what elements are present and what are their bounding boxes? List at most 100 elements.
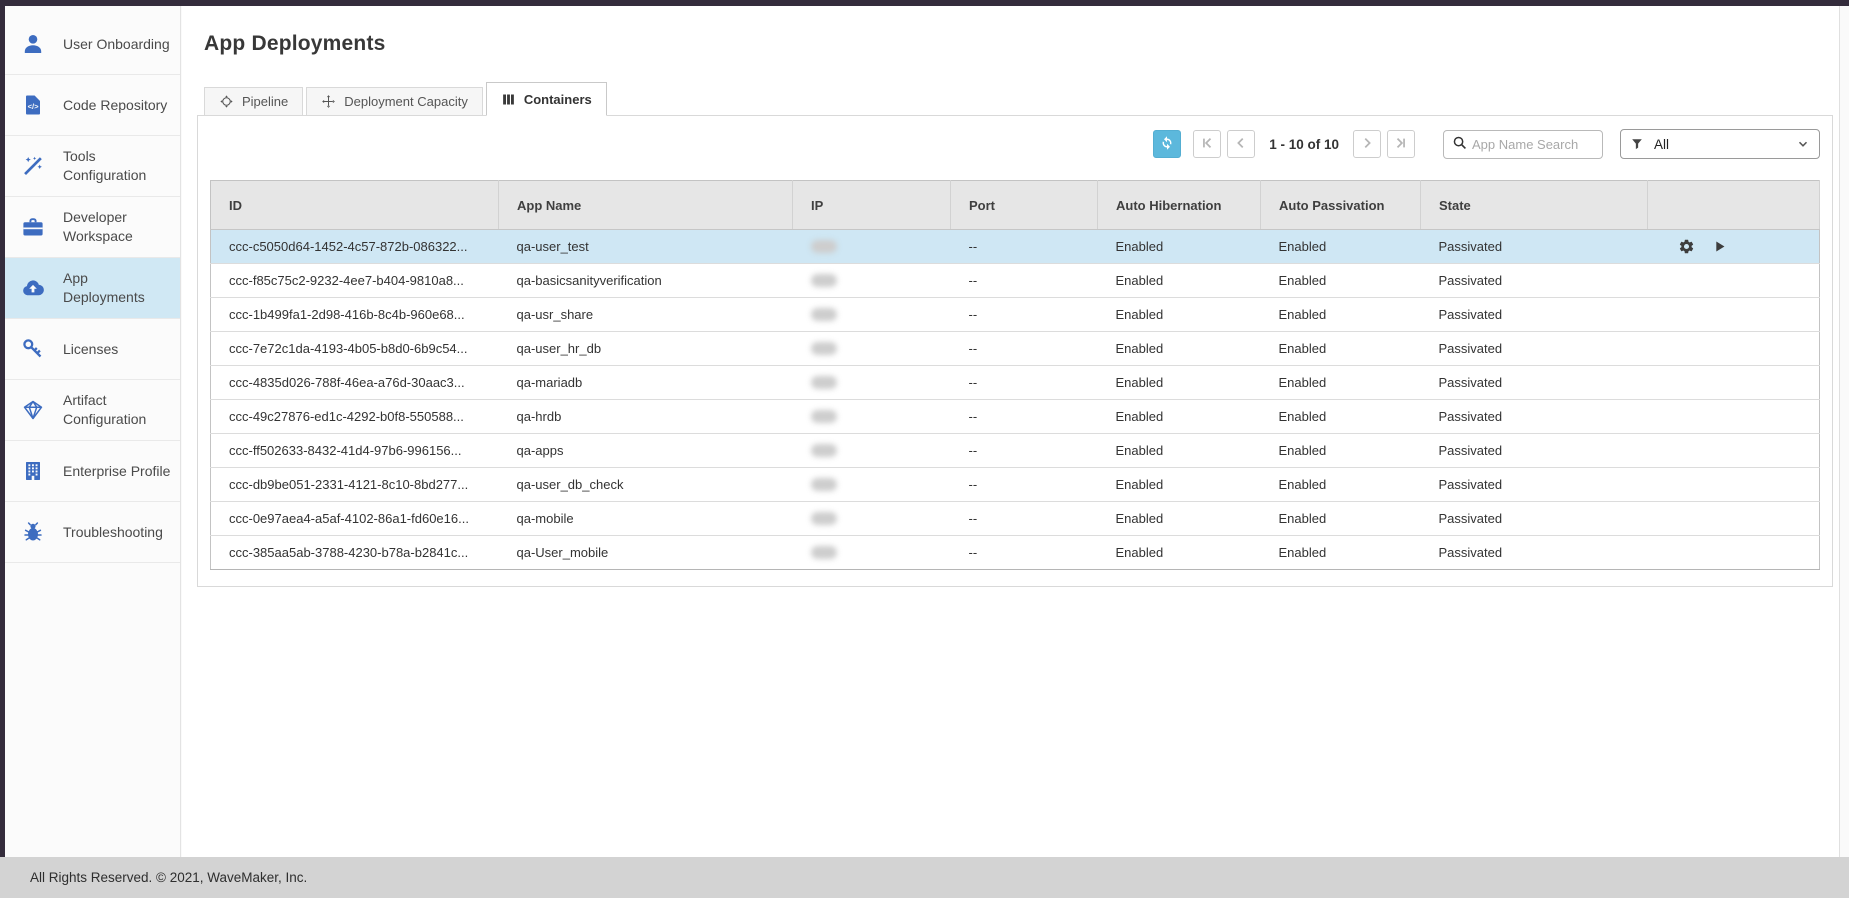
app-name-search: [1443, 130, 1603, 159]
cell-ip: [793, 400, 951, 434]
tab-label: Pipeline: [242, 94, 288, 109]
sidebar-item[interactable]: Licenses: [5, 319, 180, 380]
cell-actions: [1648, 434, 1820, 468]
search-icon: [1444, 135, 1472, 153]
cell-actions: [1648, 264, 1820, 298]
cell-actions: [1648, 298, 1820, 332]
cell-app-name: qa-user_hr_db: [499, 332, 793, 366]
chevron-down-icon: [1796, 137, 1810, 151]
sidebar-item[interactable]: Enterprise Profile: [5, 441, 180, 502]
move-arrows-icon: [321, 94, 336, 109]
cell-state: Passivated: [1421, 366, 1648, 400]
table-row[interactable]: ccc-1b499fa1-2d98-416b-8c4b-960e68... qa…: [211, 298, 1820, 332]
redacted-ip-blur: [811, 308, 837, 321]
sidebar-item-label: User Onboarding: [63, 35, 172, 54]
refresh-button[interactable]: [1153, 130, 1181, 158]
cell-auto-passivation: Enabled: [1261, 502, 1421, 536]
cell-port: --: [951, 230, 1098, 264]
cell-auto-hibernation: Enabled: [1098, 298, 1261, 332]
tab-label: Containers: [524, 92, 592, 107]
column-header: Auto Hibernation: [1098, 181, 1261, 230]
cell-actions: [1648, 230, 1820, 264]
cell-id: ccc-385aa5ab-3788-4230-b78a-b2841c...: [211, 536, 499, 570]
previous-page-button[interactable]: [1227, 130, 1255, 158]
sidebar-item-label: Developer Workspace: [63, 208, 172, 246]
briefcase-icon: [21, 215, 45, 239]
last-page-button[interactable]: [1387, 130, 1415, 158]
next-page-button[interactable]: [1353, 130, 1381, 158]
cell-auto-passivation: Enabled: [1261, 468, 1421, 502]
cell-id: ccc-f85c75c2-9232-4ee7-b404-9810a8...: [211, 264, 499, 298]
left-accent-strip: [0, 0, 5, 857]
sidebar-item-label: Enterprise Profile: [63, 462, 172, 481]
diamond-icon: [21, 398, 45, 422]
cell-state: Passivated: [1421, 264, 1648, 298]
column-header: ID: [211, 181, 499, 230]
cell-actions: [1648, 366, 1820, 400]
column-header: IP: [793, 181, 951, 230]
cell-port: --: [951, 400, 1098, 434]
cell-id: ccc-0e97aea4-a5af-4102-86a1-fd60e16...: [211, 502, 499, 536]
main-content: App Deployments Pipeline Deployment Capa…: [182, 6, 1840, 857]
sidebar-item[interactable]: Tools Configuration: [5, 136, 180, 197]
table-row[interactable]: ccc-ff502633-8432-41d4-97b6-996156... qa…: [211, 434, 1820, 468]
cell-ip: [793, 264, 951, 298]
sidebar-item-label: Troubleshooting: [63, 523, 172, 542]
chevron-right-icon: [1360, 136, 1374, 153]
table-row[interactable]: ccc-49c27876-ed1c-4292-b0f8-550588... qa…: [211, 400, 1820, 434]
settings-gear-icon[interactable]: [1678, 238, 1695, 255]
cell-state: Passivated: [1421, 502, 1648, 536]
last-page-icon: [1394, 136, 1408, 153]
sidebar-item-label: Tools Configuration: [63, 147, 172, 185]
cell-id: ccc-1b499fa1-2d98-416b-8c4b-960e68...: [211, 298, 499, 332]
redacted-ip-blur: [811, 240, 837, 253]
cell-id: ccc-49c27876-ed1c-4292-b0f8-550588...: [211, 400, 499, 434]
sidebar-item[interactable]: User Onboarding: [5, 14, 180, 75]
cell-ip: [793, 366, 951, 400]
sidebar-item[interactable]: Troubleshooting: [5, 502, 180, 563]
redacted-ip-blur: [811, 444, 837, 457]
play-icon[interactable]: [1711, 238, 1728, 255]
cell-auto-hibernation: Enabled: [1098, 502, 1261, 536]
tab[interactable]: Pipeline: [204, 87, 303, 116]
cell-port: --: [951, 264, 1098, 298]
pagination: 1 - 10 of 10: [1193, 130, 1415, 158]
table-row[interactable]: ccc-f85c75c2-9232-4ee7-b404-9810a8... qa…: [211, 264, 1820, 298]
cell-id: ccc-4835d026-788f-46ea-a76d-30aac3...: [211, 366, 499, 400]
sidebar-item-label: App Deployments: [63, 269, 172, 307]
table-row[interactable]: ccc-0e97aea4-a5af-4102-86a1-fd60e16... q…: [211, 502, 1820, 536]
cell-auto-passivation: Enabled: [1261, 264, 1421, 298]
tab[interactable]: Deployment Capacity: [306, 87, 483, 116]
pipeline-icon: [219, 94, 234, 109]
table-row[interactable]: ccc-385aa5ab-3788-4230-b78a-b2841c... qa…: [211, 536, 1820, 570]
cell-auto-hibernation: Enabled: [1098, 434, 1261, 468]
search-input[interactable]: [1472, 131, 1602, 158]
sidebar-item[interactable]: Developer Workspace: [5, 197, 180, 258]
cell-port: --: [951, 434, 1098, 468]
sidebar-item[interactable]: Artifact Configuration: [5, 380, 180, 441]
column-header: [1648, 181, 1820, 230]
cell-app-name: qa-user_db_check: [499, 468, 793, 502]
sidebar-item[interactable]: App Deployments: [5, 258, 180, 319]
cell-state: Passivated: [1421, 298, 1648, 332]
sidebar-item[interactable]: </> Code Repository: [5, 75, 180, 136]
tab[interactable]: Containers: [486, 82, 607, 116]
cell-app-name: qa-hrdb: [499, 400, 793, 434]
table-row[interactable]: ccc-4835d026-788f-46ea-a76d-30aac3... qa…: [211, 366, 1820, 400]
chevron-left-icon: [1234, 136, 1248, 153]
cell-state: Passivated: [1421, 468, 1648, 502]
cell-auto-passivation: Enabled: [1261, 536, 1421, 570]
redacted-ip-blur: [811, 376, 837, 389]
filter-dropdown[interactable]: All: [1620, 129, 1820, 159]
cell-id: ccc-db9be051-2331-4121-8c10-8bd277...: [211, 468, 499, 502]
user-icon: [21, 32, 45, 56]
sidebar-item-label: Code Repository: [63, 96, 172, 115]
first-page-button[interactable]: [1193, 130, 1221, 158]
table-row[interactable]: ccc-c5050d64-1452-4c57-872b-086322... qa…: [211, 230, 1820, 264]
table-row[interactable]: ccc-db9be051-2331-4121-8c10-8bd277... qa…: [211, 468, 1820, 502]
cell-id: ccc-c5050d64-1452-4c57-872b-086322...: [211, 230, 499, 264]
cell-auto-passivation: Enabled: [1261, 230, 1421, 264]
page-info: 1 - 10 of 10: [1269, 137, 1339, 152]
table-row[interactable]: ccc-7e72c1da-4193-4b05-b8d0-6b9c54... qa…: [211, 332, 1820, 366]
cell-auto-passivation: Enabled: [1261, 332, 1421, 366]
